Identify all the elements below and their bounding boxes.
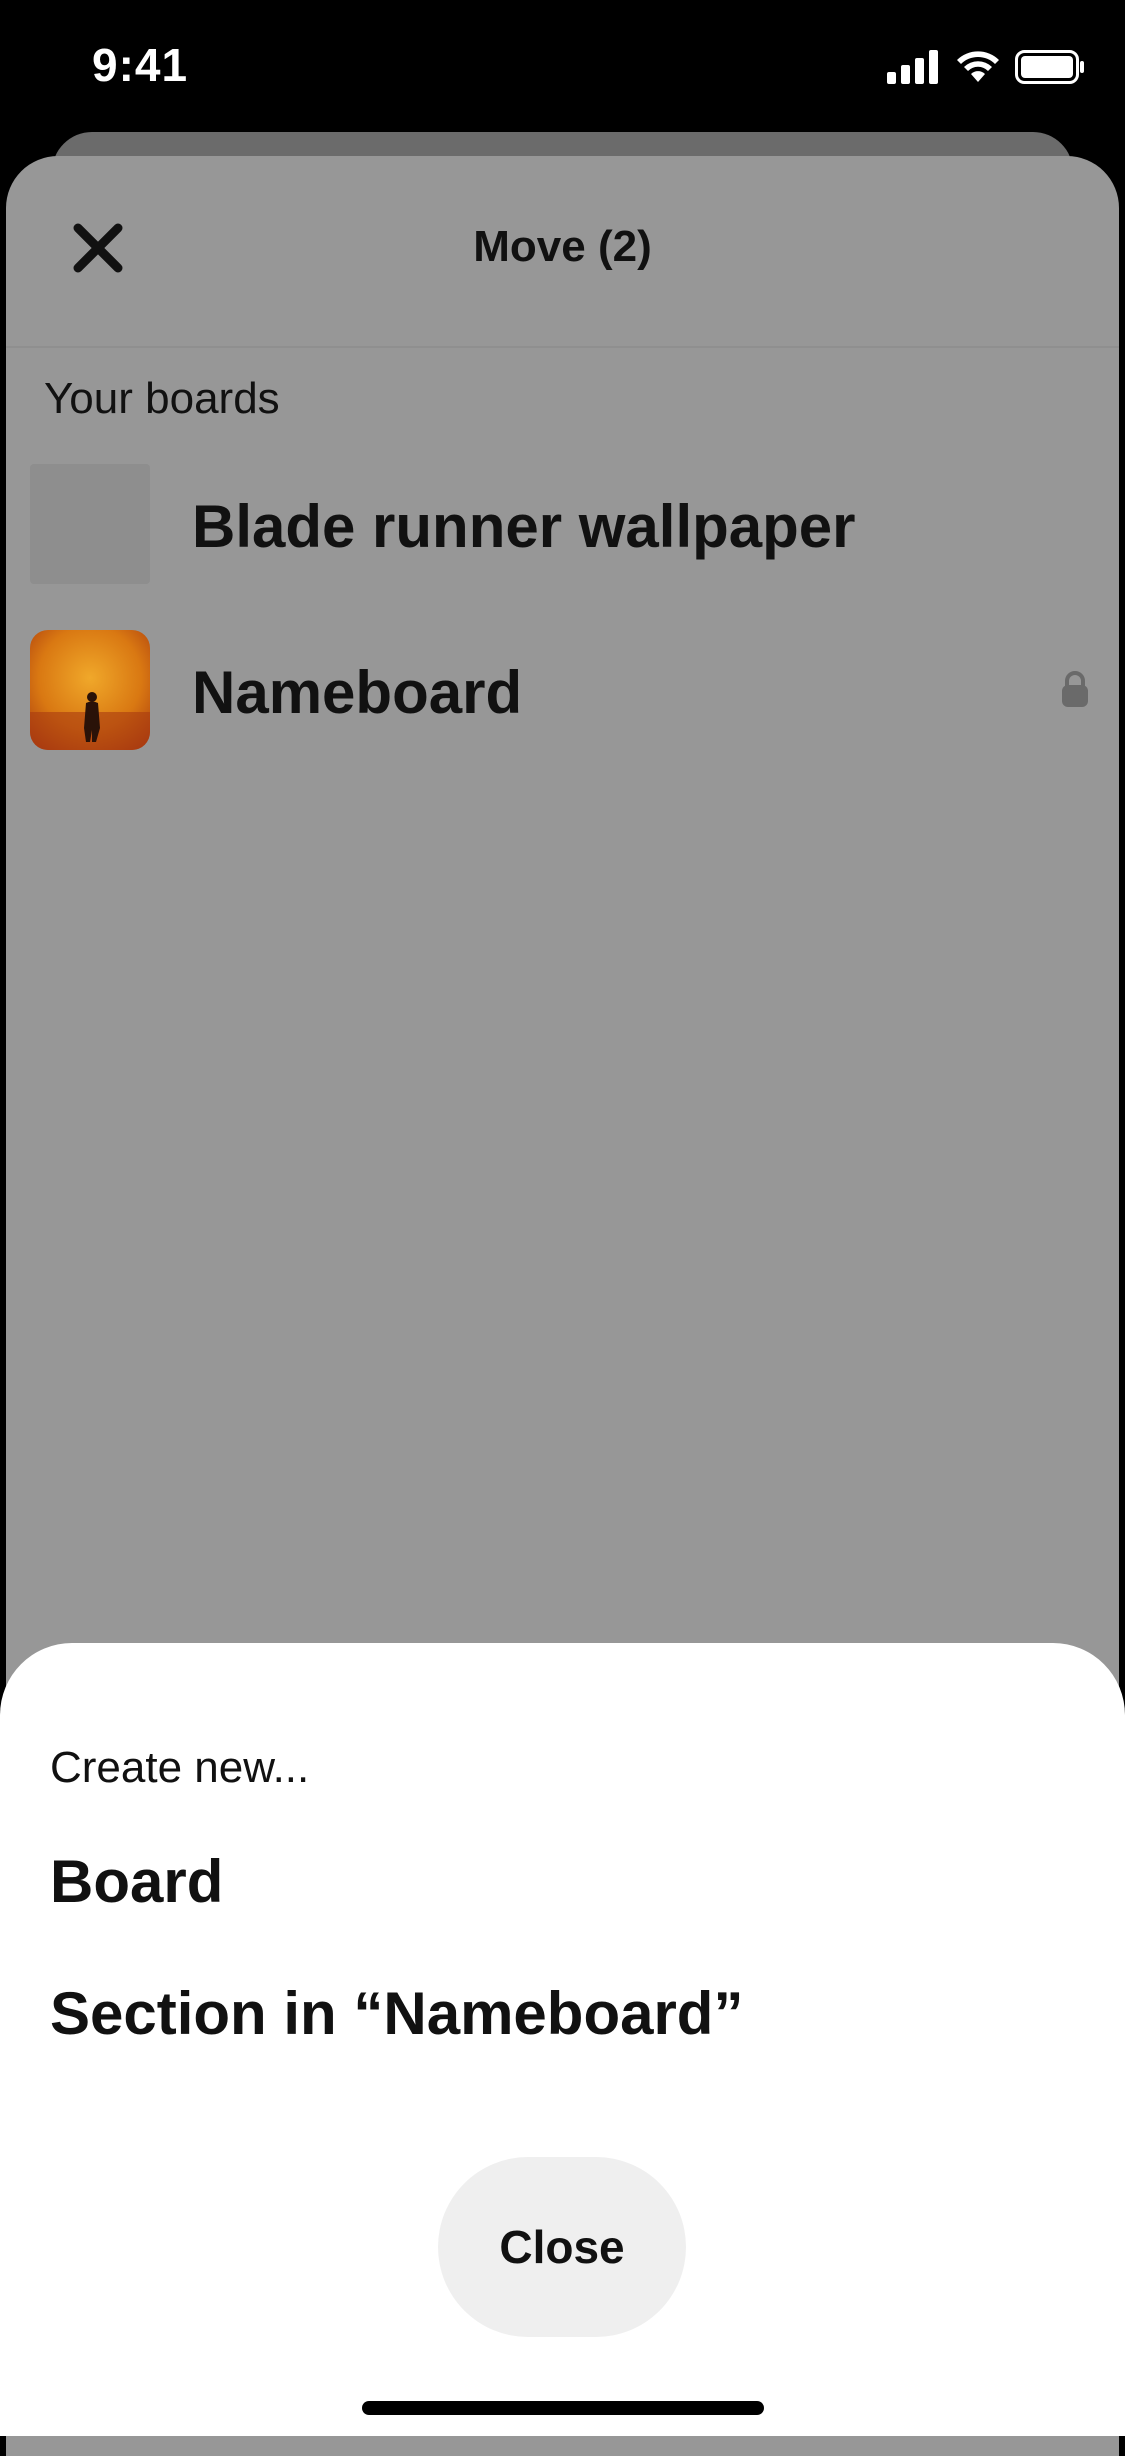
wifi-icon [957,51,999,82]
create-new-sheet: Create new... Board Section in “Nameboar… [0,1643,1125,2436]
page-title: Move (2) [473,222,652,271]
board-name: Blade runner wallpaper [192,493,856,560]
close-button[interactable]: Close [438,2157,686,2337]
board-thumbnail [30,464,150,584]
board-name: Nameboard [192,659,523,726]
board-item-nameboard[interactable]: Nameboard [30,630,1090,750]
board-item-blade-runner[interactable]: Blade runner wallpaper [30,464,1090,584]
figure-silhouette-icon [30,692,150,750]
create-new-label: Create new... [50,1743,310,1792]
home-indicator [362,2401,764,2415]
board-thumbnail [30,630,150,750]
sheet-header: Move (2) [6,156,1119,348]
status-bar: 9:41 [0,0,1125,135]
your-boards-label: Your boards [44,374,280,423]
lock-icon [1062,671,1088,707]
status-time: 9:41 [92,39,189,91]
status-icons [887,50,1085,84]
battery-icon [1015,50,1084,84]
create-section-option[interactable]: Section in “Nameboard” [50,1979,743,2048]
signal-icon [887,50,938,84]
create-board-option[interactable]: Board [50,1847,223,1916]
